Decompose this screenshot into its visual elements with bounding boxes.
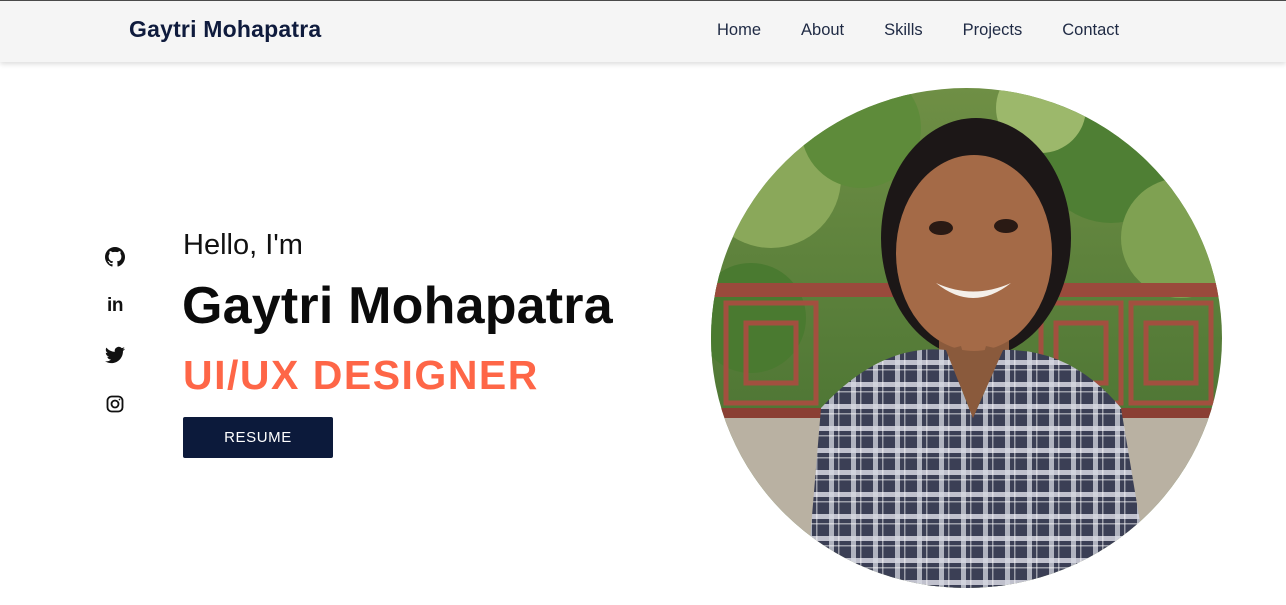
github-icon[interactable] [105,247,125,267]
brand-logo[interactable]: Gaytri Mohapatra [129,16,321,43]
site-header: Gaytri Mohapatra Home About Skills Proje… [0,0,1286,62]
nav-home[interactable]: Home [717,21,761,40]
nav-projects[interactable]: Projects [963,21,1023,40]
social-links: in [105,247,125,443]
twitter-icon[interactable] [105,345,125,365]
main-nav: Home About Skills Projects Contact [717,21,1119,40]
page: Gaytri Mohapatra Home About Skills Proje… [0,0,1286,605]
profile-photo [711,88,1222,588]
linkedin-glyph: in [107,295,123,316]
nav-contact[interactable]: Contact [1062,21,1119,40]
hero-greeting: Hello, I'm [183,229,303,261]
nav-skills[interactable]: Skills [884,21,923,40]
nav-about[interactable]: About [801,21,844,40]
hero-role: UI/UX DESIGNER [183,352,539,398]
hero-name: Gaytri Mohapatra [182,277,613,335]
resume-button[interactable]: RESUME [183,417,333,458]
linkedin-icon[interactable]: in [105,296,125,316]
instagram-icon[interactable] [105,394,125,414]
profile-photo-illustration [711,88,1222,588]
